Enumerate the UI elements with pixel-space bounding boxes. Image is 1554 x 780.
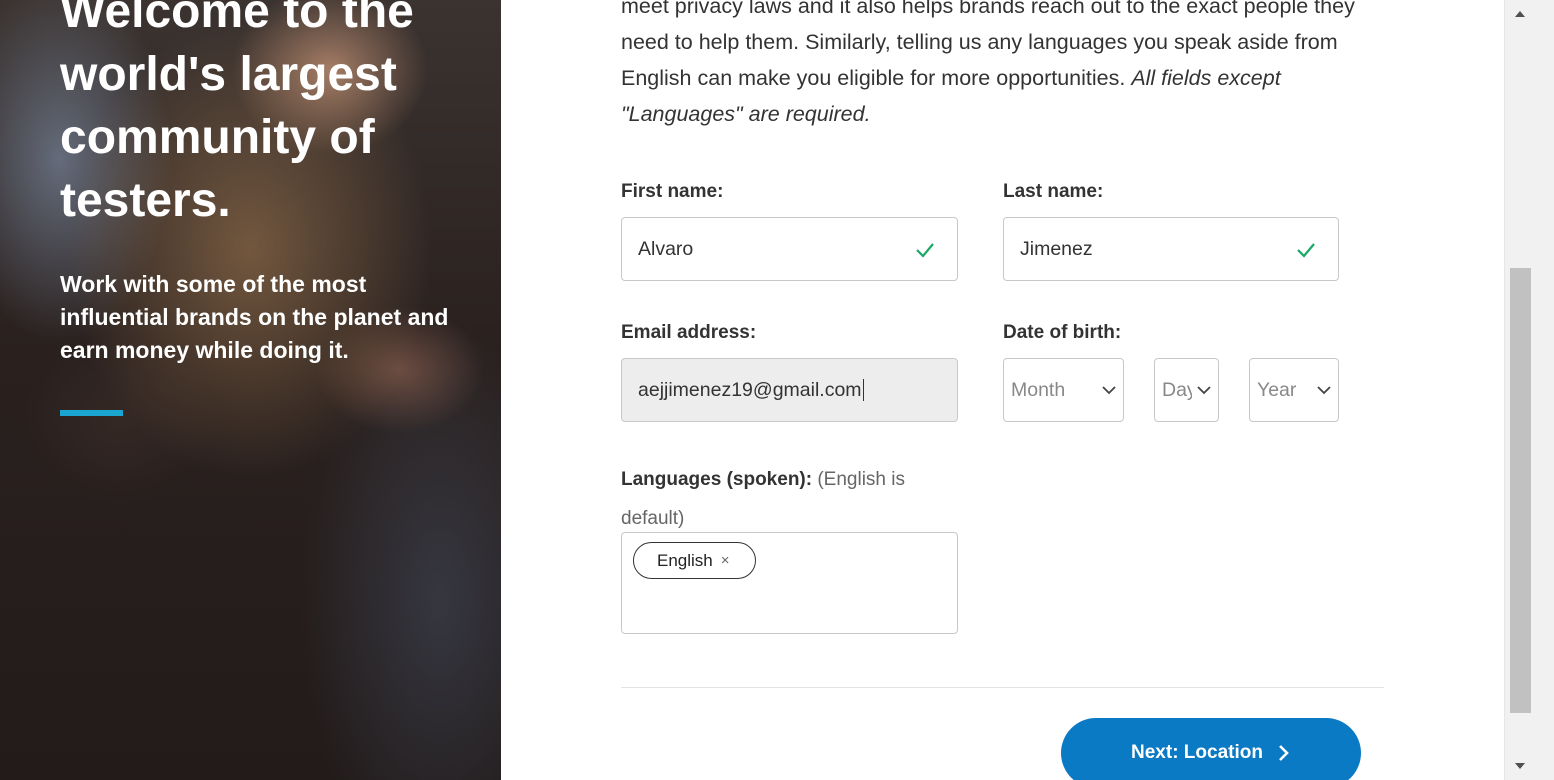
email-field[interactable]: aejjimenez19@gmail.com: [621, 358, 958, 422]
dob-label: Date of birth:: [1003, 322, 1122, 343]
scroll-up-arrow-icon[interactable]: [1512, 6, 1528, 22]
form-divider: [621, 687, 1384, 688]
email-label: Email address:: [621, 322, 757, 343]
language-chip-english: English ×: [633, 542, 756, 579]
languages-input[interactable]: English ×: [621, 532, 958, 634]
day-placeholder: Day: [1162, 378, 1192, 401]
scrollbar-border: [1504, 0, 1505, 780]
last-name-label: Last name:: [1003, 181, 1104, 202]
next-button-label: Next: Location: [1131, 742, 1263, 763]
dob-day-select[interactable]: Day: [1154, 358, 1219, 422]
close-icon[interactable]: ×: [721, 552, 730, 569]
hero-subtitle: Work with some of the most influential b…: [60, 271, 449, 363]
first-name-value: Alvaro: [638, 237, 694, 260]
chevron-down-icon: [1102, 386, 1116, 395]
last-name-value: Jimenez: [1020, 237, 1093, 260]
check-icon: [916, 243, 934, 258]
languages-label-text: Languages (spoken):: [621, 469, 813, 490]
first-name-label: First name:: [621, 181, 724, 202]
next-location-button[interactable]: Next: Location: [1061, 718, 1361, 780]
language-chip-label: English: [657, 550, 713, 570]
hero-accent-bar: [60, 410, 123, 416]
chevron-down-icon: [1197, 386, 1211, 395]
dob-year-select[interactable]: Year: [1249, 358, 1339, 422]
hero-title: Welcome to the world's largest community…: [60, 0, 414, 227]
first-name-field[interactable]: Alvaro: [621, 217, 958, 281]
languages-label: Languages (spoken): (English is default): [621, 460, 961, 538]
scrollbar-thumb[interactable]: [1510, 268, 1531, 713]
scroll-down-arrow-icon[interactable]: [1512, 758, 1528, 774]
last-name-field[interactable]: Jimenez: [1003, 217, 1339, 281]
intro-paragraph: meet privacy laws and it also helps bran…: [621, 0, 1381, 132]
month-placeholder: Month: [1011, 378, 1066, 401]
chevron-right-icon: [1279, 745, 1289, 761]
page-scrollbar[interactable]: [1504, 0, 1554, 780]
year-placeholder: Year: [1257, 378, 1297, 401]
email-value: aejjimenez19@gmail.com: [638, 378, 862, 401]
hero-panel: Welcome to the world's largest community…: [0, 0, 501, 780]
dob-month-select[interactable]: Month: [1003, 358, 1124, 422]
check-icon: [1297, 243, 1315, 258]
chevron-down-icon: [1317, 386, 1331, 395]
text-caret: [862, 379, 864, 401]
